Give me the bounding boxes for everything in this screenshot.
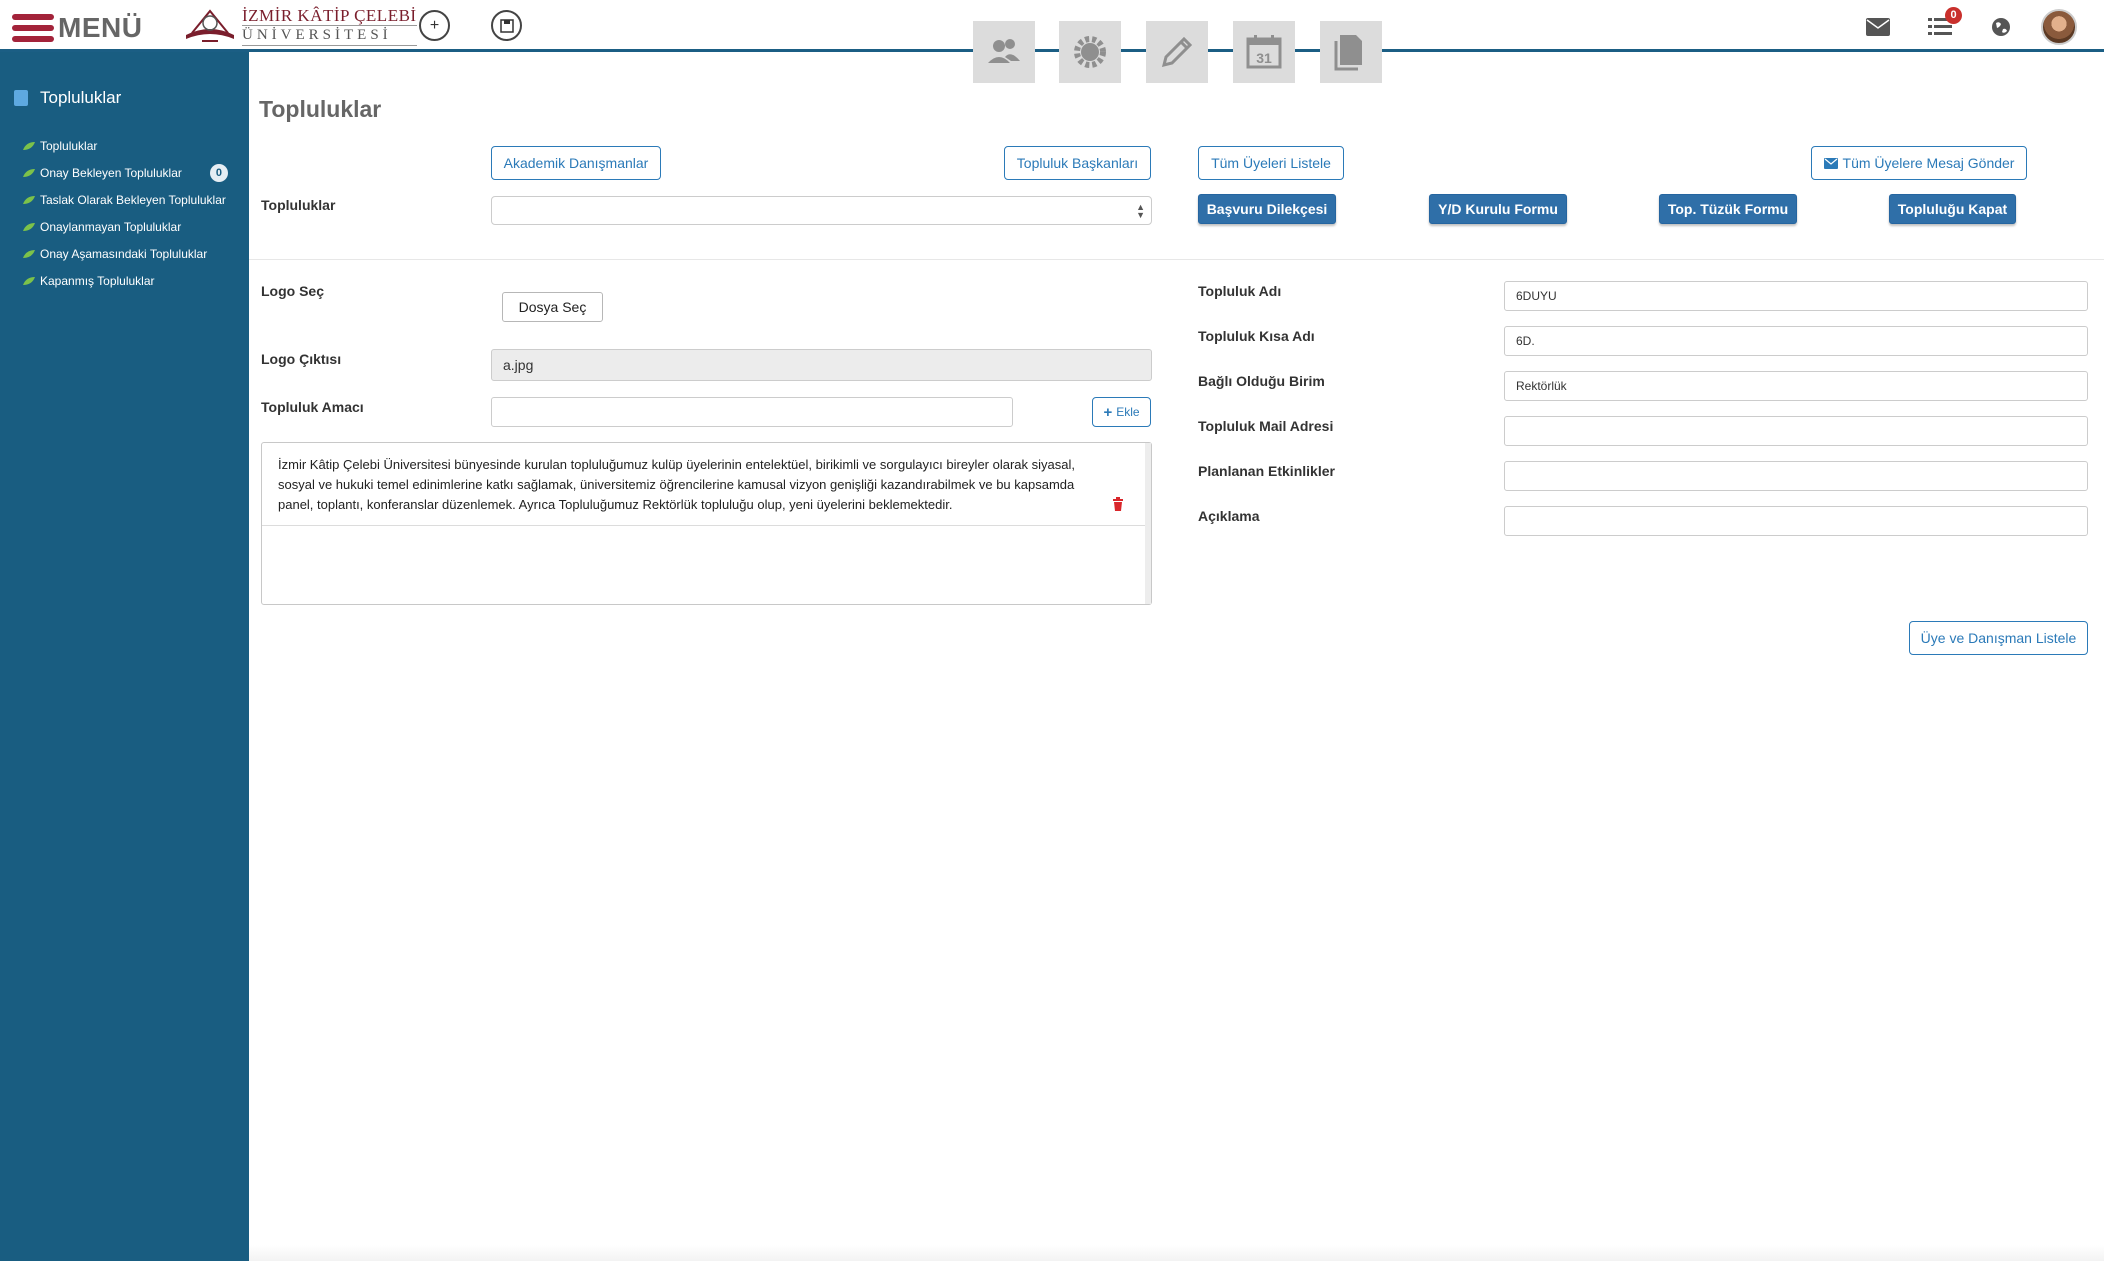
notifications-button[interactable]: 0: [1926, 7, 1962, 40]
choose-file-button[interactable]: Dosya Seç: [502, 292, 603, 322]
affiliated-unit-label: Bağlı Olduğu Birim: [1198, 373, 1325, 389]
save-circle-icon: [499, 18, 514, 33]
message-all-members-label: Tüm Üyelere Mesaj Gönder: [1842, 155, 2015, 171]
entry-divider: [262, 525, 1147, 526]
sidebar-item-label: Onay Aşamasındaki Topluluklar: [40, 246, 208, 261]
tile-calendar[interactable]: 31: [1233, 21, 1295, 83]
pencil-icon: [1161, 36, 1193, 68]
sidebar-item-pending[interactable]: Onay Bekleyen Topluluklar 0: [22, 159, 242, 186]
logo-line-2: ÜNİVERSİTESİ: [242, 25, 417, 46]
pending-count-badge: 0: [209, 163, 228, 182]
sidebar-item-label: Topluluklar: [40, 138, 98, 153]
board-form-button[interactable]: Y/D Kurulu Formu: [1429, 194, 1567, 224]
close-community-button[interactable]: Topluluğu Kapat: [1889, 194, 2016, 224]
list-members-advisors-button[interactable]: Üye ve Danışman Listele: [1909, 621, 2088, 655]
sidebar-header: Topluluklar: [14, 88, 121, 108]
sidebar-list: Topluluklar Onay Bekleyen Topluluklar 0 …: [22, 132, 242, 294]
envelope-icon: [1823, 157, 1838, 169]
sidebar-item-label: Onaylanmayan Topluluklar: [40, 219, 182, 234]
tile-settings[interactable]: [1059, 21, 1121, 83]
message-all-members-button[interactable]: Tüm Üyelere Mesaj Gönder: [1811, 146, 2027, 180]
menu-button[interactable]: MENÜ: [12, 12, 142, 44]
university-emblem-icon: [186, 9, 234, 42]
logo-select-label: Logo Seç: [261, 283, 325, 299]
page-footer-edge: [249, 1245, 2104, 1261]
avatar[interactable]: [2041, 9, 2077, 45]
gear-icon: [1074, 36, 1106, 68]
leaf-icon: [23, 195, 35, 204]
bylaws-form-button[interactable]: Top. Tüzük Formu: [1659, 194, 1797, 224]
envelope-icon: [1866, 18, 1890, 36]
mail-address-label: Topluluk Mail Adresi: [1198, 418, 1334, 434]
section-divider: [249, 259, 2104, 260]
leaf-icon: [23, 222, 35, 231]
community-presidents-button[interactable]: Topluluk Başkanları: [1004, 146, 1151, 180]
communities-label: Topluluklar: [261, 197, 336, 213]
community-name-label: Topluluk Adı: [1198, 283, 1282, 299]
notification-badge: 0: [1945, 7, 1962, 24]
description-label: Açıklama: [1198, 508, 1260, 524]
planned-events-field[interactable]: [1504, 461, 2088, 491]
users-icon: [988, 39, 1020, 63]
plus-icon: +: [1103, 403, 1113, 421]
planned-events-label: Planlanan Etkinlikler: [1198, 463, 1335, 479]
purpose-entry-text: İzmir Kâtip Çelebi Üniversitesi bünyesin…: [278, 457, 1075, 512]
logo-text: İZMİR KÂTİP ÇELEBİ ÜNİVERSİTESİ: [242, 6, 417, 46]
community-name-field[interactable]: 6DUYU: [1504, 281, 2088, 311]
sidebar-item-communities[interactable]: Topluluklar: [22, 132, 242, 159]
logo-line-1: İZMİR KÂTİP ÇELEBİ: [242, 6, 417, 25]
short-name-label: Topluluk Kısa Adı: [1198, 328, 1315, 344]
sidebar: Topluluklar Topluluklar Onay Bekleyen To…: [0, 52, 249, 1261]
sidebar-item-drafts[interactable]: Taslak Olarak Bekleyen Topluluklar: [22, 186, 242, 213]
add-button[interactable]: +: [419, 10, 450, 41]
tile-documents[interactable]: [1320, 21, 1382, 83]
page-title: Topluluklar: [259, 96, 382, 122]
sidebar-item-label: Taslak Olarak Bekleyen Topluluklar: [40, 192, 226, 207]
calendar-number: 31: [1256, 50, 1272, 66]
menu-label: MENÜ: [58, 12, 143, 43]
purpose-list: İzmir Kâtip Çelebi Üniversitesi bünyesin…: [261, 442, 1152, 605]
sidebar-item-closed[interactable]: Kapanmış Topluluklar: [22, 267, 242, 294]
leaf-icon: [23, 249, 35, 258]
university-logo[interactable]: İZMİR KÂTİP ÇELEBİ ÜNİVERSİTESİ: [182, 5, 417, 47]
sidebar-item-label: Kapanmış Topluluklar: [40, 273, 155, 288]
communities-select[interactable]: ▲ ▼: [491, 196, 1152, 225]
documents-icon: [1334, 35, 1362, 71]
add-purpose-button[interactable]: + Ekle: [1092, 397, 1151, 427]
messages-button[interactable]: [1864, 14, 1892, 40]
save-button[interactable]: [491, 10, 522, 41]
mail-address-field[interactable]: [1504, 416, 2088, 446]
tile-users[interactable]: [973, 21, 1035, 83]
sidebar-item-rejected[interactable]: Onaylanmayan Topluluklar: [22, 213, 242, 240]
leaf-icon: [23, 276, 35, 285]
sidebar-title: Topluluklar: [40, 88, 122, 107]
language-button[interactable]: [1987, 14, 2015, 40]
globe-icon: [1992, 18, 2010, 36]
calendar-icon: 31: [1246, 35, 1282, 69]
affiliated-unit-field[interactable]: Rektörlük: [1504, 371, 2088, 401]
hamburger-icon: [12, 14, 54, 42]
scrollbar[interactable]: [1145, 443, 1151, 604]
community-purpose-label: Topluluk Amacı: [261, 399, 364, 415]
trash-icon[interactable]: [1111, 497, 1125, 511]
logo-output-label: Logo Çıktısı: [261, 351, 342, 367]
sidebar-item-in-approval[interactable]: Onay Aşamasındaki Topluluklar: [22, 240, 242, 267]
community-purpose-input[interactable]: [491, 397, 1013, 427]
academic-advisors-button[interactable]: Akademik Danışmanlar: [491, 146, 661, 180]
select-arrows-icon: ▲ ▼: [1136, 202, 1145, 220]
tile-edit[interactable]: [1146, 21, 1208, 83]
short-name-field[interactable]: 6D.: [1504, 326, 2088, 356]
description-field[interactable]: [1504, 506, 2088, 536]
list-all-members-button[interactable]: Tüm Üyeleri Listele: [1198, 146, 1344, 180]
leaf-icon: [23, 141, 35, 150]
logo-output-field: a.jpg: [491, 349, 1152, 381]
leaf-icon: [23, 168, 35, 177]
application-petition-button[interactable]: Başvuru Dilekçesi: [1198, 194, 1336, 224]
book-icon: [14, 90, 28, 106]
top-bar: MENÜ İZMİR KÂTİP ÇELEBİ ÜNİVERSİTESİ + 0: [0, 0, 2104, 52]
add-purpose-label: Ekle: [1116, 405, 1140, 419]
sidebar-item-label: Onay Bekleyen Topluluklar: [40, 165, 182, 180]
plus-circle-icon: +: [429, 16, 440, 34]
